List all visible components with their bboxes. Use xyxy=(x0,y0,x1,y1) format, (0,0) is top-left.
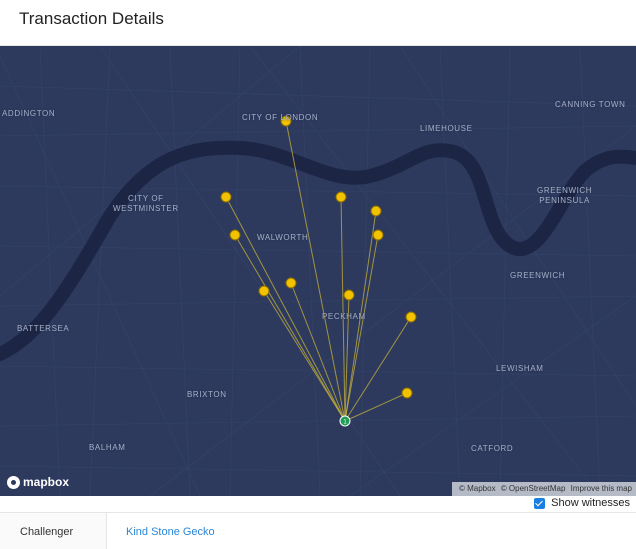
challenger-link[interactable]: Kind Stone Gecko xyxy=(126,526,215,538)
show-witnesses-toggle[interactable]: Show witnesses xyxy=(534,497,630,509)
witness-marker[interactable] xyxy=(285,277,297,289)
witness-line xyxy=(344,234,379,422)
witness-marker[interactable] xyxy=(370,205,382,217)
witness-line xyxy=(290,282,346,422)
witness-marker[interactable] xyxy=(258,285,270,297)
witness-line xyxy=(234,234,346,422)
place-label: LIMEHOUSE xyxy=(420,124,473,133)
map-view[interactable]: 1 ADDINGTON CITY OF LONDON LIMEHOUSE CAN… xyxy=(0,46,636,496)
witness-marker[interactable] xyxy=(401,387,413,399)
witness-marker[interactable] xyxy=(343,289,355,301)
place-label: GREENWICH xyxy=(510,271,566,280)
place-label: PECKHAM xyxy=(322,312,366,321)
attribution-improve-link[interactable]: Improve this map xyxy=(571,484,632,493)
place-label: CANNING TOWN xyxy=(555,100,626,109)
attribution-mapbox-link[interactable]: © Mapbox xyxy=(459,484,496,493)
place-label: GREENWICH PENINSULA xyxy=(537,186,593,205)
witness-toggle-row: Show witnesses xyxy=(0,496,636,512)
page-title: Transaction Details xyxy=(19,9,164,28)
witness-marker[interactable] xyxy=(220,191,232,203)
show-witnesses-label: Show witnesses xyxy=(551,497,630,509)
witness-line xyxy=(340,196,346,422)
place-label: CITY OF LONDON xyxy=(242,113,319,122)
map-attribution: © Mapbox © OpenStreetMap Improve this ma… xyxy=(452,482,636,496)
place-label: WALWORTH xyxy=(257,233,309,242)
show-witnesses-checkbox[interactable] xyxy=(534,497,546,509)
witness-line xyxy=(263,290,346,422)
mapbox-logo[interactable]: mapbox xyxy=(7,475,69,489)
challenger-row: Challenger Kind Stone Gecko xyxy=(0,512,636,549)
panel-header: Transaction Details xyxy=(0,0,636,46)
place-label: LEWISHAM xyxy=(496,364,544,373)
witness-marker[interactable] xyxy=(405,311,417,323)
witness-line xyxy=(344,316,412,422)
place-label: CITY OF WESTMINSTER xyxy=(113,194,179,213)
mapbox-wordmark: mapbox xyxy=(23,475,70,489)
place-label: CATFORD xyxy=(471,444,514,453)
place-label: ADDINGTON xyxy=(2,109,56,118)
place-label: BRIXTON xyxy=(187,390,227,399)
witness-marker[interactable] xyxy=(229,229,241,241)
place-label: BALHAM xyxy=(89,443,126,452)
witness-line xyxy=(225,196,346,422)
attribution-osm-link[interactable]: © OpenStreetMap xyxy=(501,484,566,493)
witness-marker[interactable] xyxy=(335,191,347,203)
mapbox-icon xyxy=(7,475,20,489)
witness-marker[interactable] xyxy=(372,229,384,241)
challenger-label: Challenger xyxy=(0,513,107,549)
place-label: BATTERSEA xyxy=(17,324,70,333)
